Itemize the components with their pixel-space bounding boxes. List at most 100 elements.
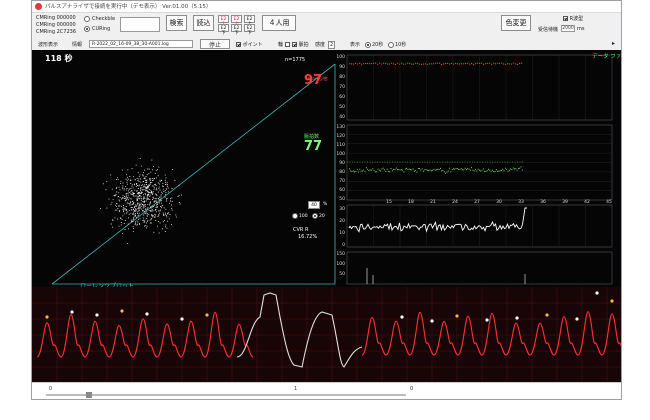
title-bar: パルスアナライザで接続を実行中（デモ表示） Ver.01.00（5.15） [32,1,621,13]
hr-tick-label: 70 [339,84,345,90]
kind-label: 輪 [278,42,284,48]
sensor-1-up-button[interactable]: E2上 [218,15,229,27]
rate-tick-label: 70 [339,178,345,184]
radio-selected-icon [365,41,371,48]
timeline-label-start: 0 [49,386,53,392]
rate-tick-label: 130 [336,124,345,130]
source-radio-checkble[interactable]: Checkble [84,16,115,22]
rr-range-unit: % [323,202,328,207]
pulse-label: 脈拍 [298,42,309,48]
wave-peak-marker [515,316,519,320]
sensor-2-up-button[interactable]: E2上 [231,15,242,27]
wave-display-label: 波形表示 [38,42,59,48]
timeline-strip[interactable]: 0 1 0 [32,382,621,399]
read-button[interactable]: 読込 [193,15,214,31]
sensor-1-down-button[interactable]: E2下 [218,24,229,36]
time-tick-label: 42 [584,199,590,205]
wave-peak-marker [595,291,599,295]
rr-tick-label: 0 [342,242,345,248]
rr-range-field[interactable]: 40 [308,201,320,209]
source-radio-curing[interactable]: CURing [84,26,110,32]
color-change-button[interactable]: 色変更 [501,15,531,31]
checkbox-checked-icon [236,42,241,47]
range-10-label: 10秒 [395,42,407,48]
kind-option[interactable]: 輪 [278,41,290,48]
range-10-option[interactable]: 10秒 [388,41,406,48]
four-person-button[interactable]: ４人用 [262,15,296,31]
display-label: 表示 [350,42,361,48]
wave-peak-marker [610,299,614,303]
timeline-label-middle: 1 [294,386,298,392]
scatter-dots [100,158,182,244]
elapsed-time: 118 秒 [45,54,73,63]
receive-unit: ms [577,26,585,32]
sensor-3-down-button[interactable]: E2下 [244,24,255,36]
stop-button[interactable]: 停止 [200,39,230,49]
lower-tick-label: 150 [336,251,345,257]
pulse-wave-white [236,292,363,368]
hr-tick-label: 50 [339,104,345,110]
heart-rate-label: Heart心拍 [306,77,328,82]
radio-label: Checkble [92,16,116,22]
trend-panels: 1009080706050401301201101009080706050302… [336,54,613,285]
radio-label: CURing [92,26,111,32]
wave-peak-marker [455,314,459,318]
hr-tick-label: 40 [339,114,345,120]
device-input[interactable] [120,17,160,32]
time-tick-label: 18 [408,199,414,205]
rate-tick-label: 50 [339,196,345,202]
lorenz-scatter [51,63,336,285]
range-20-option[interactable]: 20秒 [365,41,383,48]
cvrr-label: CVR R [293,227,309,233]
search-button[interactable]: 検索 [166,15,187,31]
point-option[interactable]: ポイント [236,41,263,48]
scatter-points [100,158,182,244]
rr-option-label: 20 [319,213,325,219]
rr-trace [348,207,527,233]
histogram-panel [346,251,613,285]
wave-peak-marker [120,309,124,313]
sensor-2-down-button[interactable]: E2下 [231,24,242,36]
hr-tick-label: 90 [339,64,345,70]
time-tick-label: 36 [540,199,546,205]
receive-wait-field[interactable]: 2000 [561,25,575,32]
rate-tick-label: 60 [339,187,345,193]
checkbox-checked-icon [563,16,568,21]
time-tick-label: 21 [430,199,436,205]
info-label: 情報 [72,42,83,48]
checkbox-checked-icon [292,42,297,47]
rr-tick-label: 30 [339,206,345,212]
rate-tick-label: 80 [339,169,345,175]
expand-arrow-icon[interactable]: ▸ [612,40,615,47]
r-wave-option[interactable]: R波型 [563,15,583,22]
range-20-label: 20秒 [372,42,384,48]
sensitivity-field[interactable]: 2 [328,41,336,49]
device-id-2: CMRing 000000 [36,22,76,28]
radio-icon [292,213,298,219]
wave-peak-marker [400,315,404,319]
time-tick-label: 24 [452,199,458,205]
monitor-area: 100 90 80 70 60 50 40 130 120 110 100 90 80 70 60 50 30 2… [32,50,621,290]
wave-peak-marker [485,318,489,322]
pulse-rate-trace [349,166,523,174]
rr-option-100[interactable]: 100 [292,213,308,219]
timeline-label-end: 0 [410,386,414,392]
chart-canvas: 1009080706050401301201101009080706050302… [51,54,613,285]
options-row: 波形表示 情報 R-2022_02_16-09_38_30-A001.log 停… [32,39,621,50]
pulse-option[interactable]: 脈拍 [292,41,309,48]
device-id-1: CMRing 000000 [36,15,76,21]
rr-option-20[interactable]: 20 [312,213,325,219]
waveform-canvas [32,287,621,382]
timeline-track [46,394,406,396]
time-tick-label: 30 [496,199,502,205]
rate-tick-label: 90 [339,160,345,166]
rate-tick-label: 110 [336,142,345,148]
rr-option-label: 100 [299,213,308,219]
cvrr-value: 16.72% [298,234,318,240]
radio-selected-icon [84,26,90,32]
wave-peak-marker [545,313,549,317]
timeline-thumb[interactable] [86,392,92,398]
radio-icon [388,41,394,48]
sensor-3-up-button[interactable]: E2上 [244,15,255,27]
file-name-field[interactable]: R-2022_02_16-09_38_30-A001.log [89,40,193,48]
